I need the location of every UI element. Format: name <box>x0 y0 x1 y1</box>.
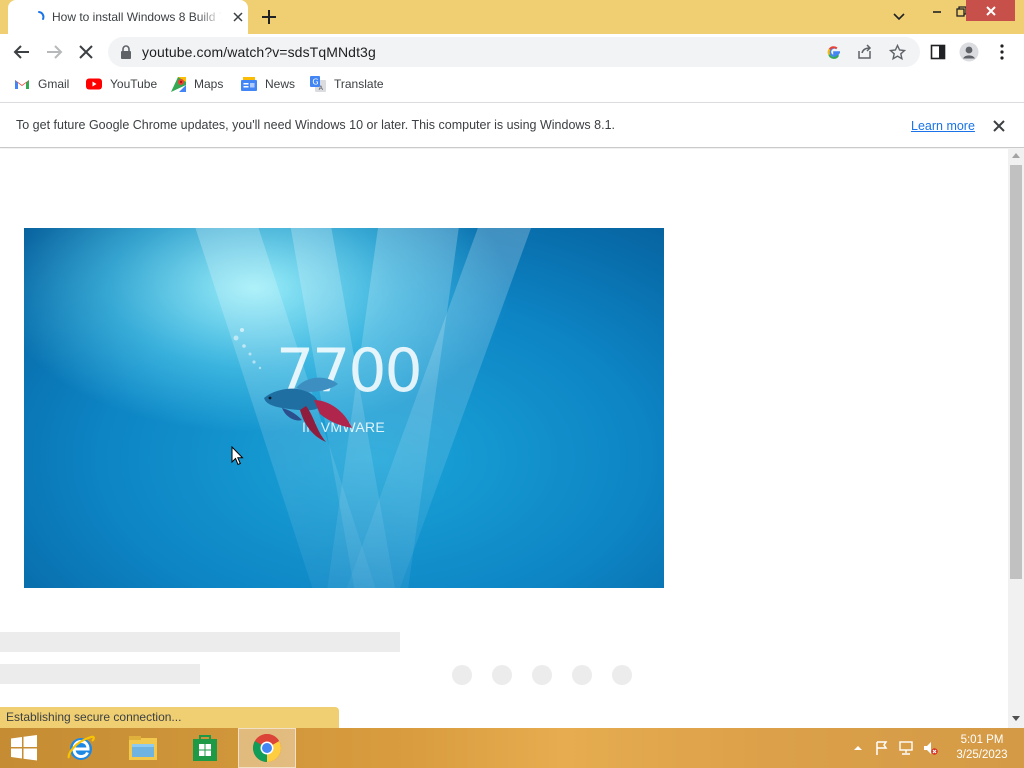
stop-loading-button[interactable] <box>76 42 96 62</box>
scroll-up-arrow-icon[interactable] <box>1012 153 1020 158</box>
side-panel-button[interactable] <box>928 42 948 62</box>
translate-icon: G A <box>310 76 326 92</box>
bookmark-maps[interactable]: Maps <box>171 76 223 92</box>
youtube-icon <box>86 78 102 90</box>
tab-title: How to install Windows 8 Build 7700 in V… <box>52 10 222 24</box>
window-close-button[interactable] <box>966 0 1015 21</box>
volume-muted-icon[interactable] <box>922 740 938 756</box>
page-content: 7700 IN VMWARE Establishing secure conne… <box>0 149 1008 728</box>
scrollbar-thumb[interactable] <box>1010 165 1022 579</box>
address-bar[interactable]: youtube.com/watch?v=sdsTqMNdt3g <box>108 37 920 67</box>
back-button[interactable] <box>12 42 32 62</box>
back-arrow-icon <box>13 45 29 59</box>
infobar-close-icon[interactable] <box>991 118 1007 134</box>
loading-spinner-icon <box>38 11 45 20</box>
taskbar-store[interactable] <box>184 728 226 768</box>
reload-stop-icon <box>79 45 93 59</box>
bookmark-news[interactable]: News <box>241 76 295 92</box>
avatar-icon <box>959 42 979 62</box>
forward-arrow-icon <box>47 45 63 59</box>
browser-toolbar: youtube.com/watch?v=sdsTqMNdt3g <box>0 34 1024 70</box>
action-placeholder <box>492 665 512 685</box>
status-bubble: Establishing secure connection... <box>0 707 339 728</box>
new-tab-button[interactable] <box>260 8 278 26</box>
file-explorer-icon <box>129 736 157 760</box>
svg-text:A: A <box>319 84 324 92</box>
bookmark-gmail[interactable]: Gmail <box>14 76 69 92</box>
restore-icon <box>955 5 967 17</box>
close-icon <box>985 5 996 16</box>
mouse-cursor-icon <box>231 446 244 466</box>
url-text[interactable]: youtube.com/watch?v=sdsTqMNdt3g <box>142 44 376 60</box>
channel-placeholder <box>0 664 200 684</box>
minimize-icon <box>933 11 941 13</box>
browser-tab[interactable]: How to install Windows 8 Build 7700 in V… <box>8 0 248 34</box>
start-button[interactable] <box>0 728 48 768</box>
internet-explorer-icon <box>67 735 95 760</box>
clock-date: 3/25/2023 <box>956 749 1008 761</box>
chrome-icon <box>253 734 281 762</box>
tab-search-button[interactable] <box>888 6 910 28</box>
action-center-flag-icon[interactable] <box>874 740 890 756</box>
title-bar: How to install Windows 8 Build 7700 in V… <box>0 0 1024 34</box>
bookmark-translate[interactable]: G A Translate <box>310 76 384 92</box>
bookmarks-bar: Gmail YouTube Maps News G A Translate <box>0 70 1024 98</box>
scroll-down-arrow-icon[interactable] <box>1012 716 1020 721</box>
page-scrollbar[interactable] <box>1008 149 1024 728</box>
share-icon[interactable] <box>857 44 873 60</box>
bookmark-youtube[interactable]: YouTube <box>86 76 157 92</box>
bookmark-label: YouTube <box>110 77 158 91</box>
gmail-icon <box>15 80 29 89</box>
title-placeholder <box>0 632 400 652</box>
taskbar: 5:01 PM 3/25/2023 <box>0 728 1024 768</box>
bubbles-graphic <box>233 328 262 370</box>
update-infobar: To get future Google Chrome updates, you… <box>0 102 1024 148</box>
action-placeholder <box>572 665 592 685</box>
learn-more-link[interactable]: Learn more <box>911 119 975 133</box>
network-icon[interactable] <box>898 740 914 756</box>
tab-close-icon[interactable] <box>230 9 246 25</box>
video-player[interactable]: 7700 IN VMWARE <box>24 228 664 588</box>
action-placeholder <box>612 665 632 685</box>
clock-time: 5:01 PM <box>960 734 1004 746</box>
start-icon <box>11 735 37 761</box>
bookmark-label: Translate <box>334 77 384 91</box>
store-icon <box>193 735 217 761</box>
action-placeholder <box>452 665 472 685</box>
taskbar-internet-explorer[interactable] <box>60 728 102 768</box>
maps-icon <box>171 76 186 92</box>
infobar-message: To get future Google Chrome updates, you… <box>16 118 615 132</box>
chevron-down-icon <box>893 13 905 21</box>
bookmark-label: Gmail <box>38 77 70 91</box>
taskbar-file-explorer[interactable] <box>122 728 164 768</box>
menu-button[interactable] <box>992 42 1012 62</box>
side-panel-icon <box>930 44 946 60</box>
news-icon <box>241 77 257 91</box>
profile-button[interactable] <box>959 42 979 62</box>
bookmark-label: Maps <box>194 77 224 91</box>
show-hidden-icons-icon[interactable] <box>850 740 866 756</box>
google-lens-icon[interactable] <box>826 44 842 60</box>
taskbar-clock[interactable]: 5:01 PM 3/25/2023 <box>948 733 1016 763</box>
more-vertical-icon <box>1000 44 1004 60</box>
action-placeholder <box>532 665 552 685</box>
lock-icon[interactable] <box>120 45 132 59</box>
bookmark-label: News <box>265 77 296 91</box>
minimize-button[interactable] <box>926 0 948 22</box>
bookmark-star-icon[interactable] <box>889 44 906 61</box>
taskbar-chrome[interactable] <box>238 728 296 768</box>
betta-fish-graphic <box>264 377 352 442</box>
forward-button[interactable] <box>44 42 64 62</box>
